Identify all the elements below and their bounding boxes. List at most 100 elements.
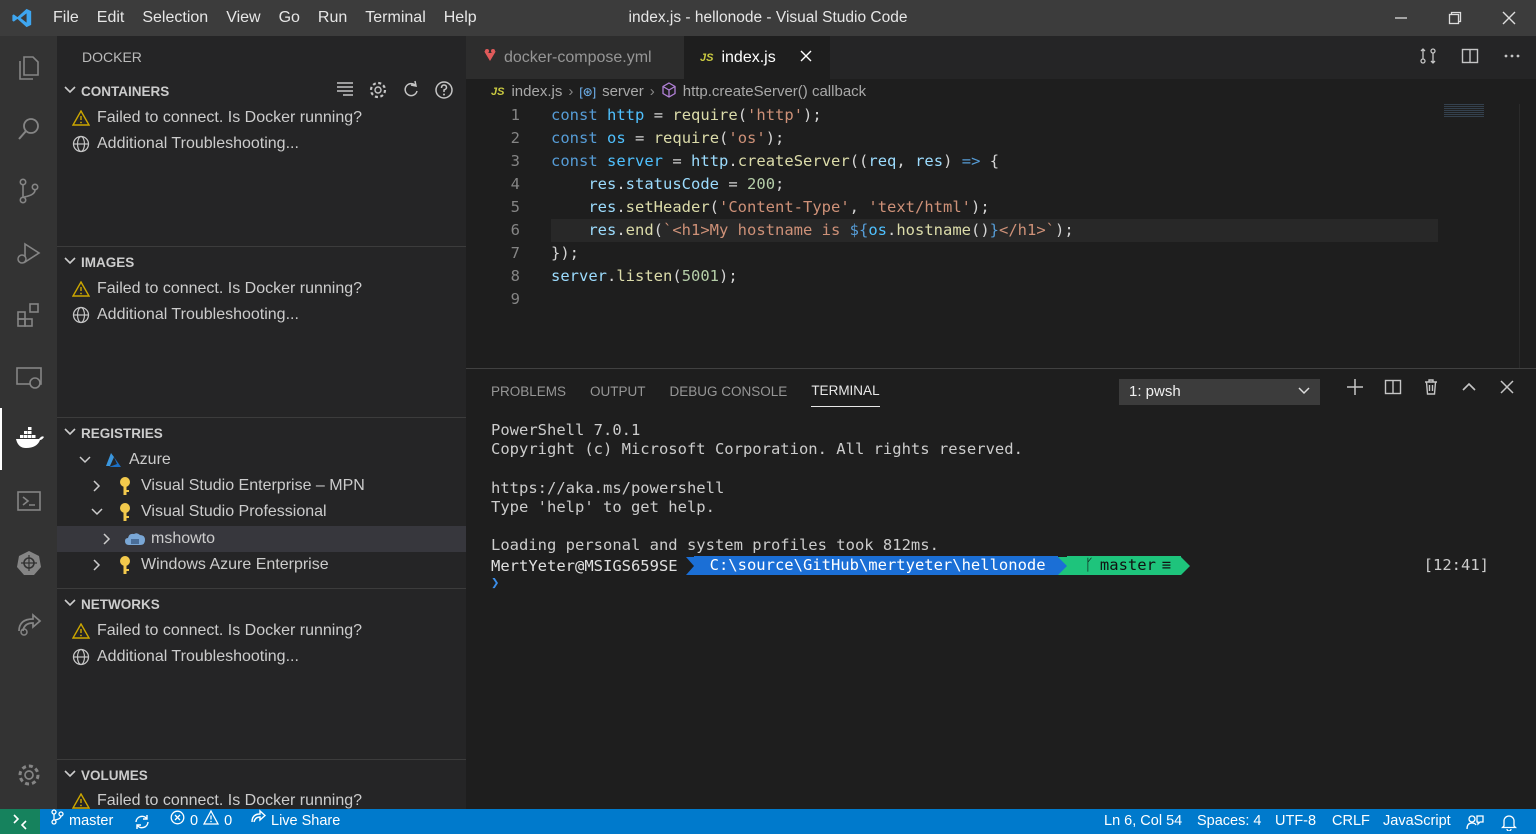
help-icon[interactable] bbox=[434, 80, 454, 103]
code-editor[interactable]: 1 const http = require('http'); 2 const os… bbox=[466, 104, 1536, 368]
close-panel-icon[interactable] bbox=[1498, 378, 1516, 400]
list-item[interactable]: Additional Troubleshooting... bbox=[57, 131, 466, 157]
error-icon bbox=[170, 809, 185, 834]
menu-file[interactable]: File bbox=[44, 0, 88, 36]
maximize-panel-icon[interactable] bbox=[1460, 378, 1478, 400]
more-actions-icon[interactable] bbox=[1502, 46, 1522, 70]
trash-icon[interactable] bbox=[1422, 378, 1440, 400]
menu-selection[interactable]: Selection bbox=[133, 0, 217, 36]
kubernetes-icon[interactable] bbox=[0, 532, 57, 594]
line-number: 3 bbox=[510, 152, 520, 170]
tree-item-subscription[interactable]: Visual Studio Enterprise – MPN bbox=[57, 473, 466, 499]
group-by-icon[interactable] bbox=[335, 80, 355, 103]
close-tab-icon[interactable] bbox=[800, 49, 812, 67]
split-terminal-icon[interactable] bbox=[1384, 378, 1402, 400]
warning-icon bbox=[69, 791, 93, 809]
section-volumes[interactable]: VOLUMES bbox=[57, 760, 466, 790]
section-images[interactable]: IMAGES bbox=[57, 247, 466, 277]
tab-index-js[interactable]: JS index.js bbox=[684, 36, 830, 79]
remote-indicator-icon[interactable] bbox=[0, 809, 40, 834]
git-branch-icon bbox=[50, 809, 64, 834]
terminal-view-icon[interactable] bbox=[0, 470, 57, 532]
prompt-git-branch: ᚴ master ≡ bbox=[1066, 556, 1182, 575]
list-item[interactable]: Failed to connect. Is Docker running? bbox=[57, 618, 466, 644]
docker-icon[interactable] bbox=[0, 408, 57, 470]
chevron-right-icon bbox=[85, 476, 109, 496]
cursor-position[interactable]: Ln 6, Col 54 bbox=[1104, 809, 1182, 834]
line-number: 6 bbox=[510, 221, 520, 239]
panel-tab-problems[interactable]: PROBLEMS bbox=[491, 376, 566, 407]
terminal-line: Copyright (c) Microsoft Corporation. All… bbox=[491, 440, 1023, 459]
extensions-icon[interactable] bbox=[0, 284, 57, 346]
breadcrumb-symbol-server[interactable]: server bbox=[602, 83, 644, 100]
menu-edit[interactable]: Edit bbox=[88, 0, 134, 36]
tree-item-azure[interactable]: Azure bbox=[57, 447, 466, 473]
minimize-button[interactable] bbox=[1374, 0, 1428, 36]
menu-go[interactable]: Go bbox=[270, 0, 309, 36]
encoding-status[interactable]: UTF-8 bbox=[1275, 809, 1316, 834]
list-item[interactable]: Failed to connect. Is Docker running? bbox=[57, 788, 466, 809]
settings-gear-icon[interactable] bbox=[0, 744, 57, 806]
breadcrumb-file[interactable]: index.js bbox=[511, 83, 562, 100]
vscode-logo-icon bbox=[0, 0, 44, 36]
menu-view[interactable]: View bbox=[217, 0, 269, 36]
terminal-select[interactable]: 1: pwsh bbox=[1119, 379, 1320, 405]
line-number: 5 bbox=[510, 198, 520, 216]
close-window-button[interactable] bbox=[1482, 0, 1536, 36]
chevron-right-icon: › bbox=[568, 83, 574, 100]
feedback-icon[interactable] bbox=[1466, 809, 1484, 834]
source-control-icon[interactable] bbox=[0, 160, 57, 222]
menu-terminal[interactable]: Terminal bbox=[356, 0, 434, 36]
restore-button[interactable] bbox=[1428, 0, 1482, 36]
notifications-bell-icon[interactable] bbox=[1501, 809, 1517, 834]
split-editor-icon[interactable] bbox=[1460, 46, 1480, 70]
new-terminal-icon[interactable] bbox=[1346, 378, 1364, 400]
live-share-status[interactable]: Live Share bbox=[250, 809, 340, 834]
code-line: const server = http.createServer((req, r… bbox=[551, 152, 1000, 170]
list-item[interactable]: Additional Troubleshooting... bbox=[57, 302, 466, 328]
menu-run[interactable]: Run bbox=[309, 0, 356, 36]
list-item[interactable]: Additional Troubleshooting... bbox=[57, 644, 466, 670]
eol-status[interactable]: CRLF bbox=[1332, 809, 1370, 834]
warning-icon bbox=[69, 108, 93, 128]
panel-tab-terminal[interactable]: TERMINAL bbox=[811, 375, 880, 407]
chevron-down-icon bbox=[57, 83, 81, 100]
tab-docker-compose[interactable]: docker-compose.yml bbox=[466, 36, 684, 79]
tree-item-subscription[interactable]: Windows Azure Enterprise bbox=[57, 552, 466, 578]
panel-tab-debug-console[interactable]: DEBUG CONSOLE bbox=[670, 376, 788, 407]
live-share-icon[interactable] bbox=[0, 594, 57, 656]
editor-scrollbar[interactable] bbox=[1519, 104, 1536, 368]
minimap[interactable] bbox=[1444, 104, 1484, 118]
code-line: server.listen(5001); bbox=[551, 267, 738, 285]
section-registries[interactable]: REGISTRIES bbox=[57, 418, 466, 448]
indentation-status[interactable]: Spaces: 4 bbox=[1197, 809, 1262, 834]
tree-item-registry[interactable]: mshowto bbox=[57, 526, 466, 552]
language-mode[interactable]: JavaScript bbox=[1383, 809, 1451, 834]
list-item[interactable]: Failed to connect. Is Docker running? bbox=[57, 105, 466, 131]
panel-tab-output[interactable]: OUTPUT bbox=[590, 376, 646, 407]
chevron-down-icon bbox=[57, 425, 81, 442]
section-label: IMAGES bbox=[81, 254, 135, 270]
explorer-icon[interactable] bbox=[0, 36, 57, 98]
search-icon[interactable] bbox=[0, 98, 57, 160]
remote-explorer-icon[interactable] bbox=[0, 346, 57, 408]
terminal-output[interactable]: PowerShell 7.0.1 Copyright (c) Microsoft… bbox=[491, 421, 1023, 555]
open-changes-icon[interactable] bbox=[1418, 46, 1438, 70]
breadcrumb-symbol-callback[interactable]: http.createServer() callback bbox=[683, 83, 866, 100]
globe-icon bbox=[69, 134, 93, 154]
git-branch-status[interactable]: master bbox=[50, 809, 113, 834]
tree-item-subscription[interactable]: Visual Studio Professional bbox=[57, 499, 466, 525]
refresh-icon[interactable] bbox=[401, 80, 421, 103]
sync-icon[interactable] bbox=[133, 809, 151, 834]
terminal-select-value: 1: pwsh bbox=[1129, 383, 1181, 400]
section-networks[interactable]: NETWORKS bbox=[57, 589, 466, 619]
configure-gear-icon[interactable] bbox=[368, 80, 388, 103]
activity-bar bbox=[0, 36, 57, 809]
azure-icon bbox=[101, 450, 125, 470]
problems-status[interactable]: 0 0 bbox=[170, 809, 232, 834]
section-containers[interactable]: CONTAINERS bbox=[57, 76, 466, 106]
run-debug-icon[interactable] bbox=[0, 222, 57, 284]
code-line: res.setHeader('Content-Type', 'text/html… bbox=[588, 198, 990, 216]
menu-help[interactable]: Help bbox=[435, 0, 486, 36]
list-item[interactable]: Failed to connect. Is Docker running? bbox=[57, 276, 466, 302]
